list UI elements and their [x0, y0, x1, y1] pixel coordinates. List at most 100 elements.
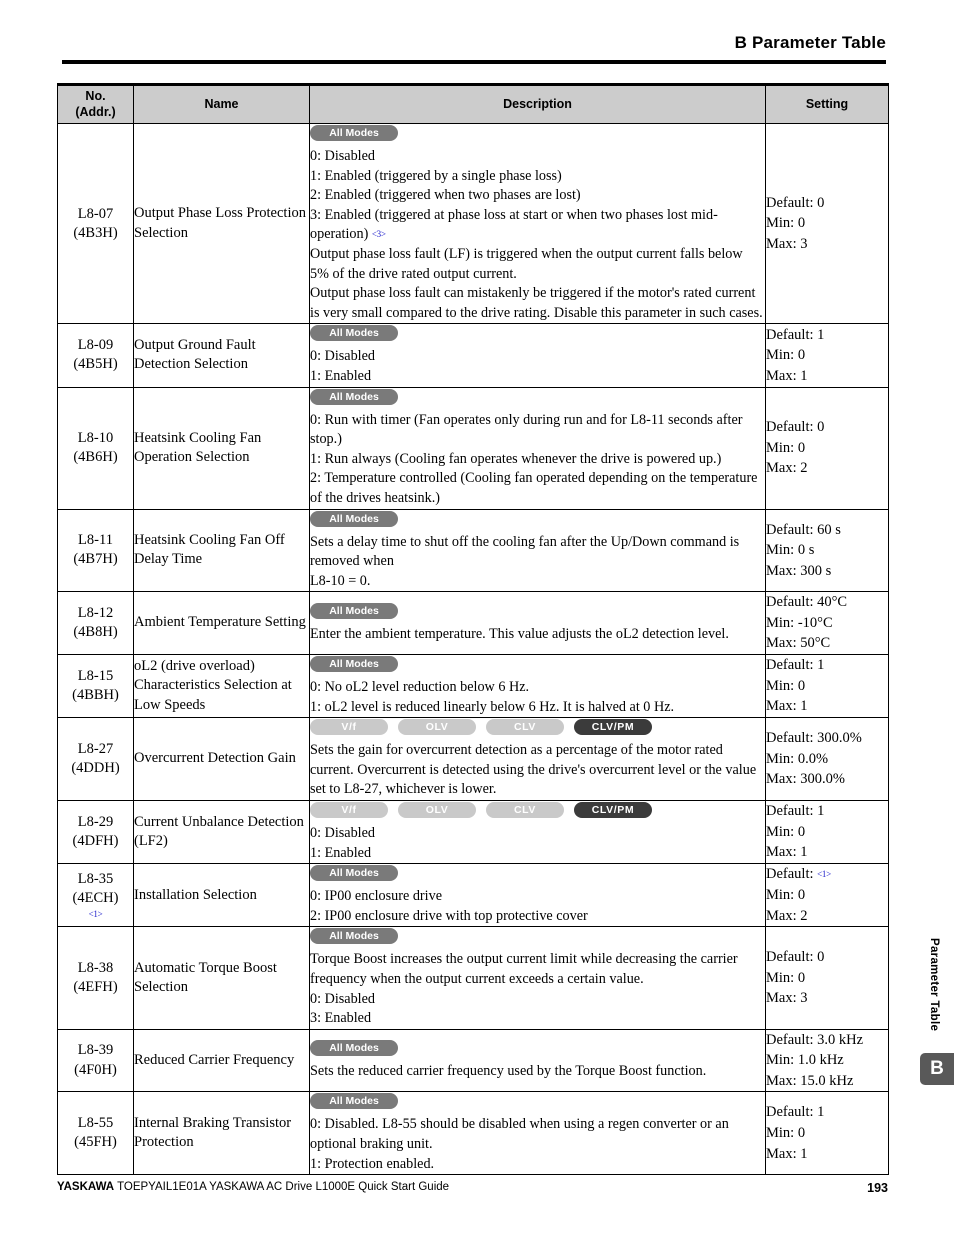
description-line: Sets the gain for overcurrent detection …	[310, 742, 757, 798]
badge-all-modes: All Modes	[310, 1040, 398, 1057]
setting-line: Default: 1	[766, 326, 825, 343]
setting-line: Max: 3	[766, 235, 808, 252]
badge-all-modes: All Modes	[310, 388, 398, 405]
footer-text: TOEPYAIL1E01A YASKAWA AC Drive L1000E Qu…	[114, 1181, 450, 1193]
cell-parameter-number: L8-11 (4B7H)	[57, 508, 134, 593]
description-line: 1: oL2 level is reduced linearly below 6…	[310, 698, 675, 715]
cell-setting: Default: 300.0% Min: 0.0% Max: 300.0%	[765, 717, 889, 801]
parameter-address: (4B6H)	[73, 449, 118, 466]
setting-line: Max: 15.0 kHz	[766, 1072, 854, 1089]
setting-line: Default: <1>	[766, 866, 831, 883]
cell-description: All Modes 0: Disabled 1: Enabled	[309, 323, 766, 388]
setting-line: Max: 1	[766, 367, 808, 384]
mode-badge-row: All Modes	[310, 388, 765, 406]
parameter-address: (4DDH)	[71, 760, 120, 777]
description-line: 0: Run with timer (Fan operates only dur…	[310, 411, 743, 448]
setting-line: Max: 300.0%	[766, 771, 845, 788]
cell-setting: Default: 0 Min: 0 Max: 3	[765, 926, 889, 1030]
description-line: L8-10 = 0.	[310, 572, 371, 589]
setting-line: Max: 50°C	[766, 635, 831, 652]
setting-line: Max: 1	[766, 844, 808, 861]
cell-parameter-name: Automatic Torque Boost Selection	[133, 926, 310, 1030]
footnote-marker: <1>	[88, 908, 103, 919]
badge-mode-olv: OLV	[398, 719, 476, 736]
table-header-row: No. (Addr.) Name Description Setting	[57, 83, 889, 124]
badge-all-modes: All Modes	[310, 1093, 398, 1110]
setting-line: Min: 0 s	[766, 542, 815, 559]
cell-parameter-name: Ambient Temperature Setting	[133, 591, 310, 656]
table-body: L8-07 (4B3H) Output Phase Loss Protection …	[57, 122, 889, 1176]
header-rule	[62, 60, 886, 64]
setting-line: Min: 0.0%	[766, 750, 829, 767]
setting-line: Max: 2	[766, 907, 808, 924]
setting-line: Default: 1	[766, 803, 825, 820]
description-line: 0: Disabled	[310, 148, 376, 164]
cell-description: All Modes 0: Run with timer (Fan operates…	[309, 386, 766, 510]
setting-line: Max: 1	[766, 698, 808, 715]
description-line: 2: Temperature controlled (Cooling fan o…	[310, 470, 758, 506]
badge-all-modes: All Modes	[310, 865, 398, 882]
column-header-no-line2: (Addr.)	[75, 104, 116, 119]
cell-parameter-name: Installation Selection	[133, 863, 310, 928]
cell-parameter-name: Current Unbalance Detection (LF2)	[133, 799, 310, 865]
page-number: 193	[867, 1181, 888, 1195]
side-tab-badge: B	[920, 1053, 954, 1085]
setting-line: Default: 40°C	[766, 594, 848, 611]
cell-parameter-number: L8-55 (45FH)	[57, 1091, 134, 1176]
description-line: 0: Disabled	[310, 990, 376, 1007]
description-line: 1: Protection enabled.	[310, 1155, 435, 1172]
cell-setting: Default: 3.0 kHz Min: 1.0 kHz Max: 15.0 kH…	[765, 1028, 889, 1093]
parameter-number: L8-11	[78, 532, 113, 549]
description-line: 3: Enabled	[310, 1010, 372, 1027]
cell-setting: Default: 1 Min: 0 Max: 1	[765, 654, 889, 719]
badge-all-modes: All Modes	[310, 928, 398, 945]
setting-line: Max: 1	[766, 1145, 808, 1162]
cell-parameter-name: Heatsink Cooling Fan Off Delay Time	[133, 508, 310, 593]
parameter-address: (45FH)	[74, 1134, 117, 1151]
mode-badge-row: All Modes	[310, 602, 765, 620]
parameter-number: L8-38	[77, 959, 114, 976]
mode-badge-row: V/f OLV CLV CLV/PM	[310, 719, 765, 736]
parameter-number: L8-35	[77, 870, 114, 887]
setting-line: Min: 0	[766, 969, 806, 986]
badge-all-modes: All Modes	[310, 510, 398, 527]
table-row: L8-09 (4B5H) Output Ground Fault Detection…	[57, 323, 889, 388]
table-row: L8-55 (45FH) Internal Braking Transistor P…	[57, 1091, 889, 1176]
description-line: 2: IP00 enclosure drive with top protect…	[310, 907, 588, 924]
cell-parameter-name: Heatsink Cooling Fan Operation Selection	[133, 386, 310, 510]
mode-badge-row: All Modes	[310, 325, 765, 342]
badge-mode-clv-pm: CLV/PM	[574, 801, 652, 818]
setting-line: Default: 60 s	[766, 521, 841, 538]
parameter-address: (4BBH)	[72, 687, 119, 704]
footnote-marker: <1>	[817, 869, 831, 880]
description-line: 1: Run always (Cooling fan operates when…	[310, 450, 722, 467]
badge-mode-clv: CLV	[486, 801, 564, 818]
setting-line: Default: 1	[766, 657, 825, 674]
cell-description: All Modes Enter the ambient temperature. …	[309, 591, 766, 656]
cell-parameter-name: Reduced Carrier Frequency	[133, 1028, 310, 1093]
mode-badge-row: All Modes	[310, 1040, 765, 1057]
setting-line: Default: 3.0 kHz	[766, 1031, 864, 1048]
setting-line: Min: 0	[766, 439, 806, 456]
cell-setting: Default: 40°C Min: -10°C Max: 50°C	[765, 591, 889, 656]
mode-badge-row: All Modes	[310, 510, 765, 528]
parameter-number: L8-27	[77, 740, 114, 757]
table-row: L8-27 (4DDH) Overcurrent Detection Gain V/f…	[57, 717, 889, 801]
cell-parameter-number: L8-39 (4F0H)	[57, 1028, 134, 1093]
parameter-address: (4B8H)	[73, 624, 118, 641]
description-line: Enter the ambient temperature. This valu…	[310, 625, 729, 642]
description-line: 1: Enabled	[310, 844, 372, 861]
mode-badge-row: All Modes	[310, 125, 765, 142]
column-header-name: Name	[133, 83, 310, 124]
parameter-number: L8-15	[77, 667, 114, 684]
cell-description: All Modes Torque Boost increases the outp…	[309, 926, 766, 1030]
badge-mode-v-f: V/f	[310, 719, 388, 736]
description-line: Output phase loss fault can mistakenly b…	[310, 285, 763, 321]
cell-description: All Modes Sets the reduced carrier freque…	[309, 1028, 766, 1093]
cell-setting: Default: 1 Min: 0 Max: 1	[765, 323, 889, 388]
mode-badge-row: All Modes	[310, 1093, 765, 1110]
setting-line: Min: 0	[766, 823, 806, 840]
cell-description: All Modes 0: Disabled 1: Enabled (triggere…	[309, 122, 766, 325]
badge-all-modes: All Modes	[310, 325, 398, 342]
parameter-address: (4DFH)	[72, 833, 119, 850]
